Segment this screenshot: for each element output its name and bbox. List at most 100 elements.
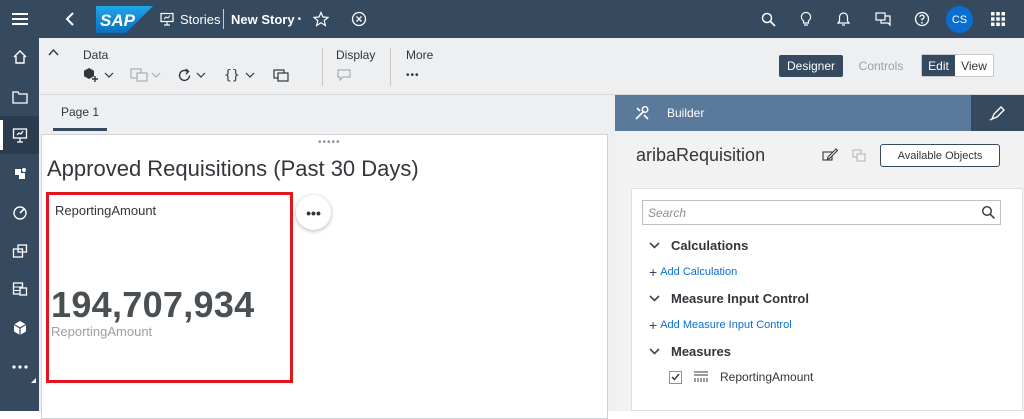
story-toolbar: Data {} Display More ••• Designer Contro… [39, 38, 1024, 95]
stories-crumb[interactable]: Stories [160, 0, 220, 38]
add-measure-input-control-link[interactable]: + Add Measure Input Control [649, 317, 792, 333]
checkmark-icon [671, 373, 680, 381]
chevron-down-icon [649, 347, 660, 355]
brush-icon [989, 106, 1005, 121]
back-icon[interactable] [65, 0, 75, 38]
apps-icon[interactable] [0, 232, 39, 270]
add-calculation-label: Add Calculation [660, 266, 738, 278]
more-group-label: More [406, 48, 434, 62]
unsaved-marker: • [297, 13, 302, 25]
available-objects-button[interactable]: Available Objects [880, 144, 1000, 167]
chevron-down-icon [104, 72, 114, 78]
expand-corner-icon[interactable] [31, 378, 36, 383]
tools-icon [634, 105, 650, 121]
tile-value: 194,707,934 [51, 284, 255, 325]
data-objects-card: Search Calculations + Add Calculation Me… [631, 188, 1023, 411]
sap-logo[interactable]: SAP [96, 6, 153, 33]
formula-icon[interactable]: {} [224, 68, 255, 83]
stories-crumb-label: Stories [180, 11, 221, 27]
close-circle-icon[interactable] [351, 0, 367, 38]
section-measure-input-control[interactable]: Measure Input Control [649, 289, 809, 307]
toolbar-separator [322, 48, 323, 86]
designer-button[interactable]: Designer [779, 55, 843, 77]
measure-checkbox[interactable] [669, 370, 682, 384]
panel-divider[interactable] [608, 131, 615, 411]
chevron-down-icon [649, 294, 660, 302]
chevron-down-icon [196, 72, 206, 78]
plus-icon: + [649, 264, 658, 280]
analytic-app-icon[interactable] [0, 155, 39, 193]
data-source-icon[interactable] [130, 68, 161, 82]
section-title: Calculations [671, 237, 749, 253]
edit-model-icon[interactable] [822, 148, 838, 162]
database-icon[interactable] [0, 270, 39, 308]
section-title: Measures [671, 343, 731, 359]
display-group-label: Display [336, 48, 376, 62]
presentation-icon[interactable] [0, 116, 39, 154]
cube-icon[interactable] [0, 309, 39, 347]
discussion-icon[interactable] [875, 0, 891, 38]
bell-icon[interactable] [836, 0, 851, 38]
drag-grip[interactable]: ••••• [318, 137, 341, 148]
story-name[interactable]: New Story • [231, 0, 301, 38]
chevron-down-icon [245, 72, 255, 78]
chevron-down-icon [649, 241, 660, 249]
section-calculations[interactable]: Calculations [649, 236, 748, 254]
tile-sublabel: ReportingAmount [51, 324, 153, 339]
toolbar-separator [390, 48, 391, 86]
section-measures[interactable]: Measures [649, 342, 731, 360]
story-title[interactable]: Approved Requisitions (Past 30 Days) [47, 156, 419, 182]
shell-header: SAP Stories New Story • CS [39, 0, 1024, 38]
data-view-icon[interactable] [273, 68, 289, 82]
refresh-icon[interactable] [177, 68, 206, 83]
model-name: aribaRequisition [636, 145, 766, 165]
more-menu-icon[interactable]: ••• [406, 66, 420, 84]
avatar[interactable]: CS [946, 6, 973, 33]
add-calculation-link[interactable]: + Add Calculation [649, 264, 738, 280]
svg-text:SAP: SAP [100, 11, 136, 30]
presentation-icon [160, 12, 174, 26]
add-data-icon[interactable] [83, 67, 114, 83]
edit-mode-button[interactable]: Edit [922, 55, 955, 76]
section-title: Measure Input Control [671, 290, 809, 306]
gauge-icon[interactable] [0, 193, 39, 231]
menu-icon[interactable] [0, 0, 39, 38]
story-page[interactable]: ••••• Approved Requisitions (Past 30 Day… [41, 134, 608, 419]
styling-tab[interactable] [971, 95, 1024, 131]
controls-button[interactable]: Controls [851, 55, 911, 77]
help-icon[interactable] [914, 0, 930, 38]
left-navigation [0, 0, 39, 411]
view-mode-button[interactable]: View [955, 55, 993, 76]
tile-more-button[interactable]: ••• [296, 195, 331, 230]
lightbulb-icon[interactable] [799, 0, 813, 38]
measure-label: ReportingAmount [720, 370, 814, 384]
data-group-label: Data [83, 48, 109, 62]
tab-page-1[interactable]: Page 1 [53, 95, 108, 131]
builder-panel: aribaRequisition Available Objects Searc… [615, 131, 1024, 411]
add-measure-input-control-label: Add Measure Input Control [660, 319, 792, 331]
collapse-toolbar-icon[interactable] [48, 48, 59, 56]
measure-icon [693, 371, 709, 383]
tile-title: ReportingAmount [55, 203, 157, 218]
product-switch-icon[interactable] [991, 0, 1005, 38]
curly-braces-glyph: {} [224, 67, 240, 83]
home-icon[interactable] [0, 38, 39, 76]
edit-view-toggle: Edit View [921, 54, 994, 77]
story-name-label: New Story [231, 11, 295, 27]
comment-icon[interactable] [336, 66, 352, 84]
numeric-point-tile[interactable]: ReportingAmount 194,707,934 ReportingAmo… [46, 192, 293, 383]
search-icon[interactable] [981, 205, 996, 220]
folder-icon[interactable] [0, 78, 39, 116]
crumb-divider [223, 0, 224, 38]
search-input[interactable]: Search [642, 200, 1001, 225]
search-icon[interactable] [761, 0, 776, 38]
star-icon[interactable] [313, 0, 329, 38]
story-canvas: ••••• Approved Requisitions (Past 30 Day… [39, 131, 615, 419]
page-tab-bar: Page 1 [39, 95, 615, 131]
measure-item[interactable]: ReportingAmount [669, 369, 813, 385]
search-placeholder: Search [648, 206, 687, 220]
copy-icon[interactable] [852, 149, 866, 162]
chevron-down-icon [151, 72, 161, 78]
plus-icon: + [649, 317, 658, 333]
builder-header: Builder [615, 95, 971, 131]
